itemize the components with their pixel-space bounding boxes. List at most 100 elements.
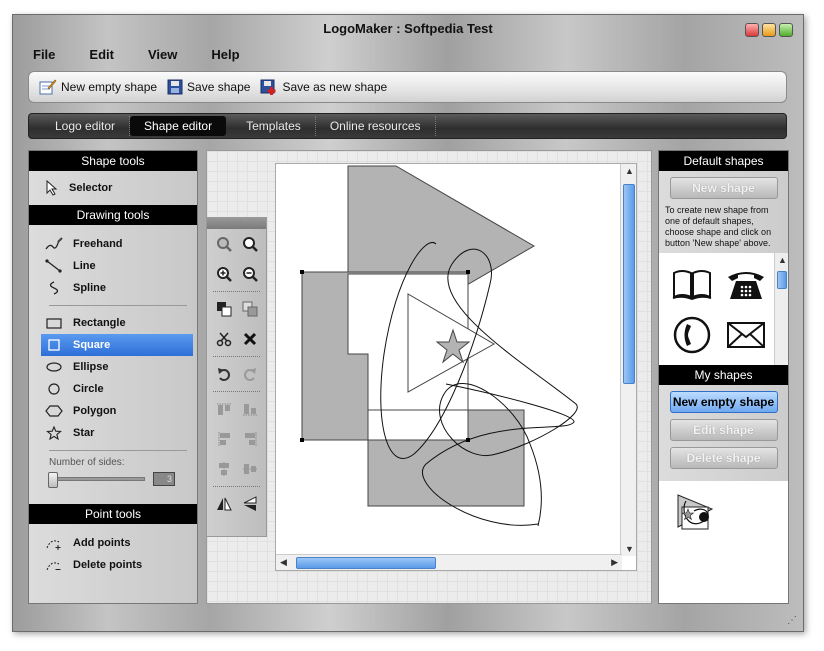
delete-shape-button[interactable]: Delete shape bbox=[669, 447, 778, 469]
close-button[interactable] bbox=[779, 23, 793, 37]
undo-icon[interactable] bbox=[215, 365, 233, 383]
tab-templates[interactable]: Templates bbox=[232, 116, 316, 136]
tool-line[interactable]: Line bbox=[29, 255, 197, 277]
edit-shape-button[interactable]: Edit shape bbox=[669, 419, 778, 441]
tool-ellipse-label: Ellipse bbox=[73, 361, 109, 373]
save-shape-label: Save shape bbox=[187, 80, 251, 94]
sides-value-field[interactable]: 3 bbox=[153, 472, 175, 486]
view-tools-handle[interactable] bbox=[207, 217, 266, 229]
line-icon bbox=[45, 259, 62, 273]
flip-horizontal-icon[interactable] bbox=[215, 495, 233, 513]
tool-spline[interactable]: Spline bbox=[29, 277, 197, 299]
default-shapes-scroll-thumb[interactable] bbox=[777, 271, 787, 289]
tool-rectangle[interactable]: Rectangle bbox=[29, 312, 197, 334]
tool-ellipse[interactable]: Ellipse bbox=[29, 356, 197, 378]
custom-shape-preview-icon bbox=[677, 494, 714, 530]
menu-edit[interactable]: Edit bbox=[89, 47, 114, 62]
tool-square[interactable]: Square bbox=[41, 334, 193, 356]
bring-to-front-icon[interactable] bbox=[215, 300, 233, 318]
save-shape-button[interactable]: Save shape bbox=[167, 79, 250, 95]
new-shape-button[interactable]: New shape bbox=[669, 177, 778, 199]
floppy-disk-icon bbox=[167, 79, 183, 95]
minimize-button[interactable] bbox=[745, 23, 759, 37]
canvas-horizontal-scrollbar[interactable]: ◀ ▶ bbox=[276, 554, 622, 570]
delete-x-icon[interactable] bbox=[241, 330, 259, 348]
tool-freehand[interactable]: Freehand bbox=[29, 233, 197, 255]
zoom-out-icon[interactable] bbox=[241, 265, 259, 283]
menu-view[interactable]: View bbox=[148, 47, 177, 62]
phone-circle-shape-thumbnail[interactable] bbox=[665, 311, 719, 359]
menu-help[interactable]: Help bbox=[211, 47, 239, 62]
tool-add-points[interactable]: Add points bbox=[29, 532, 197, 554]
selection-handle[interactable] bbox=[466, 438, 470, 442]
tool-circle[interactable]: Circle bbox=[29, 378, 197, 400]
maximize-button[interactable] bbox=[762, 23, 776, 37]
align-center-horizontal-icon[interactable] bbox=[215, 460, 233, 478]
editor-canvas-area: ▲ ▼ ◀ ▶ bbox=[206, 150, 652, 604]
telephone-shape-thumbnail[interactable] bbox=[719, 261, 773, 309]
menu-bar: File Edit View Help bbox=[33, 47, 274, 62]
new-empty-shape-button[interactable]: New empty shape bbox=[669, 391, 778, 413]
tool-line-label: Line bbox=[73, 260, 96, 272]
pointer-arrow-icon bbox=[46, 180, 58, 196]
send-to-back-icon[interactable] bbox=[241, 300, 259, 318]
scissors-icon[interactable] bbox=[215, 330, 233, 348]
new-empty-shape-label: New empty shape bbox=[61, 80, 158, 94]
selection-handle[interactable] bbox=[300, 270, 304, 274]
zoom-actual-icon[interactable] bbox=[215, 235, 233, 253]
tool-freehand-label: Freehand bbox=[73, 238, 123, 250]
divider bbox=[213, 391, 260, 392]
star-icon bbox=[46, 426, 62, 440]
flip-vertical-icon[interactable] bbox=[241, 495, 259, 513]
redo-icon[interactable] bbox=[241, 365, 259, 383]
window-title: LogoMaker : Softpedia Test bbox=[323, 21, 493, 36]
new-empty-shape-toolbar-button[interactable]: New empty shape bbox=[39, 79, 157, 95]
divider bbox=[213, 356, 260, 357]
drawing-surface[interactable] bbox=[276, 164, 622, 556]
default-shapes-controls: New shape To create new shape from one o… bbox=[659, 171, 788, 253]
custom-shape-thumbnail[interactable] bbox=[669, 489, 723, 537]
align-top-icon[interactable] bbox=[215, 400, 233, 418]
align-row-3 bbox=[207, 454, 266, 484]
tab-shape-editor[interactable]: Shape editor bbox=[130, 116, 227, 136]
envelope-shape-thumbnail[interactable] bbox=[719, 311, 773, 359]
scroll-left-icon[interactable]: ◀ bbox=[280, 557, 287, 568]
sides-slider[interactable] bbox=[48, 472, 145, 488]
shapes-panel: Default shapes New shape To create new s… bbox=[658, 150, 789, 604]
tool-polygon[interactable]: Polygon bbox=[29, 400, 197, 422]
my-shapes-header: My shapes bbox=[659, 365, 788, 385]
tool-selector[interactable]: Selector bbox=[29, 177, 197, 199]
save-as-new-shape-button[interactable]: Save as new shape bbox=[260, 79, 387, 95]
tool-star[interactable]: Star bbox=[29, 422, 197, 444]
book-shape-thumbnail[interactable] bbox=[665, 261, 719, 309]
align-left-icon[interactable] bbox=[215, 430, 233, 448]
sides-slider-thumb[interactable] bbox=[48, 472, 58, 488]
scroll-right-icon[interactable]: ▶ bbox=[611, 557, 618, 568]
scroll-down-icon[interactable]: ▼ bbox=[625, 544, 634, 554]
align-center-vertical-icon[interactable] bbox=[241, 460, 259, 478]
zoom-fit-icon[interactable] bbox=[241, 235, 259, 253]
scroll-up-icon[interactable]: ▲ bbox=[778, 255, 787, 265]
shape-drawing-canvas[interactable]: ▲ ▼ ◀ ▶ bbox=[275, 163, 637, 571]
align-bottom-icon[interactable] bbox=[241, 400, 259, 418]
vertical-scroll-thumb[interactable] bbox=[623, 184, 635, 384]
tools-panel: Shape tools Selector Drawing tools Freeh… bbox=[28, 150, 198, 604]
tab-logo-editor[interactable]: Logo editor bbox=[41, 116, 131, 136]
selection-handle[interactable] bbox=[300, 438, 304, 442]
horizontal-scroll-thumb[interactable] bbox=[296, 557, 436, 569]
square-icon bbox=[48, 339, 60, 351]
menu-file[interactable]: File bbox=[33, 47, 55, 62]
divider bbox=[213, 291, 260, 292]
resize-grip-icon[interactable]: ⋰ bbox=[787, 615, 799, 627]
edit-row bbox=[207, 324, 266, 354]
zoom-in-icon[interactable] bbox=[215, 265, 233, 283]
default-shapes-scrollbar[interactable]: ▲ bbox=[774, 253, 788, 365]
align-right-icon[interactable] bbox=[241, 430, 259, 448]
default-shapes-list: ▲ bbox=[659, 253, 788, 365]
tool-spline-label: Spline bbox=[73, 282, 107, 294]
canvas-vertical-scrollbar[interactable]: ▲ ▼ bbox=[620, 164, 636, 556]
scroll-up-icon[interactable]: ▲ bbox=[625, 166, 634, 176]
selection-handle[interactable] bbox=[466, 270, 470, 274]
tool-delete-points[interactable]: Delete points bbox=[29, 554, 197, 576]
tab-online-resources[interactable]: Online resources bbox=[316, 116, 436, 136]
